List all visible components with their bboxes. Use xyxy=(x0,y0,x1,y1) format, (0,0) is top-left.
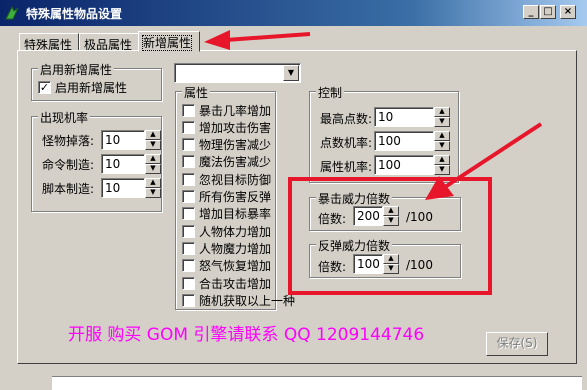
close-button[interactable]: × xyxy=(560,5,576,19)
attribute-checkbox[interactable]: 物理伤害减少 xyxy=(182,137,271,153)
annotation-highlight-box xyxy=(288,177,492,295)
command-make-spin-up[interactable]: ▲ xyxy=(145,154,161,164)
window-titlebar[interactable]: 特殊属性物品设置 _ □ × xyxy=(0,0,587,26)
minimize-button[interactable]: _ xyxy=(523,5,539,19)
checkbox-label: 合击攻击增加 xyxy=(199,276,272,291)
attribute-checkbox[interactable]: 随机获取以上一种 xyxy=(182,292,295,308)
attribute-checkbox[interactable]: 合击攻击增加 xyxy=(182,275,271,291)
tab-new-attributes[interactable]: 新增属性 xyxy=(138,31,200,52)
max-points-input[interactable]: 10 xyxy=(374,107,434,127)
command-make-input[interactable]: 10 xyxy=(101,154,145,174)
point-rate-spin-down[interactable]: ▼ xyxy=(434,141,450,151)
checkbox-box[interactable] xyxy=(182,293,195,307)
attribute-checkbox[interactable]: 魔法伤害减少 xyxy=(182,154,271,170)
checkbox-label: 增加攻击伤害 xyxy=(199,120,272,135)
checkbox-box[interactable] xyxy=(182,120,195,134)
point-rate-spin-up[interactable]: ▲ xyxy=(434,131,450,141)
attribute-checkbox[interactable]: 人物魔力增加 xyxy=(182,240,271,256)
attribute-checkbox[interactable]: 忽视目标防御 xyxy=(182,171,271,187)
app-icon xyxy=(5,5,19,20)
script-make-label: 脚本制造: xyxy=(42,182,95,196)
checkbox-box[interactable] xyxy=(182,172,195,186)
arrow-to-tab-icon xyxy=(204,30,311,50)
checkbox-box[interactable] xyxy=(182,207,195,221)
attribute-checkbox[interactable]: 怒气恢复增加 xyxy=(182,258,271,274)
group-title: 启用新增属性 xyxy=(38,61,115,78)
command-make-label: 命令制造: xyxy=(42,158,95,172)
checkbox-label: 所有伤害反弹 xyxy=(199,190,272,204)
maximize-button[interactable]: □ xyxy=(540,5,556,19)
attribute-checkbox[interactable]: 所有伤害反弹 xyxy=(182,189,271,205)
monster-drop-spin-up[interactable]: ▲ xyxy=(145,130,161,140)
script-make-input[interactable]: 10 xyxy=(101,178,145,198)
group-title: 控制 xyxy=(316,84,345,101)
script-make-spin-up[interactable]: ▲ xyxy=(145,178,161,188)
enable-new-attributes-checkbox[interactable]: ✓ 启用新增属性 xyxy=(38,79,127,95)
checkbox-box[interactable] xyxy=(182,276,195,290)
save-button[interactable]: 保存(S) xyxy=(486,332,548,356)
promo-text: 开服 购买 GOM 引擎请联系 QQ 1209144746 xyxy=(68,325,425,345)
max-points-spin-up[interactable]: ▲ xyxy=(434,107,450,117)
checkbox-label: 增加目标暴率 xyxy=(199,207,272,222)
bottom-listview xyxy=(52,376,582,390)
attribute-rate-spin-up[interactable]: ▲ xyxy=(434,155,450,165)
checkbox-label: 人物魔力增加 xyxy=(199,241,272,256)
point-rate-label: 点数机率: xyxy=(320,136,373,150)
window-title: 特殊属性物品设置 xyxy=(26,7,123,21)
checkbox-box[interactable] xyxy=(182,138,195,152)
checkbox-box[interactable]: ✓ xyxy=(38,80,51,94)
checkbox-box[interactable] xyxy=(182,190,195,203)
attribute-checkbox[interactable]: 人物体力增加 xyxy=(182,223,271,239)
checkbox-label: 怒气恢复增加 xyxy=(199,259,272,274)
max-points-spin-down[interactable]: ▼ xyxy=(434,117,450,127)
checkbox-label: 忽视目标防御 xyxy=(199,172,272,187)
monster-drop-label: 怪物掉落: xyxy=(42,134,95,148)
chevron-down-icon[interactable]: ▼ xyxy=(283,65,299,81)
checkbox-label: 随机获取以上一种 xyxy=(199,293,296,308)
checkbox-box[interactable] xyxy=(182,259,195,273)
checkbox-box[interactable] xyxy=(182,103,195,117)
group-title: 属性 xyxy=(182,84,211,101)
checkbox-label: 人物体力增加 xyxy=(199,224,272,239)
checkbox-label: 魔法伤害减少 xyxy=(199,155,272,170)
attribute-checkbox[interactable]: 增加目标暴率 xyxy=(182,206,271,222)
attribute-checkbox[interactable]: 暴击几率增加 xyxy=(182,102,271,118)
max-points-label: 最高点数: xyxy=(320,112,373,126)
attribute-rate-label: 属性机率: xyxy=(320,160,373,174)
checkbox-label: 暴击几率增加 xyxy=(199,103,272,118)
point-rate-input[interactable]: 100 xyxy=(374,131,434,151)
attribute-combo[interactable]: ▼ xyxy=(174,63,301,83)
command-make-spin-down[interactable]: ▼ xyxy=(145,164,161,174)
attribute-checkbox[interactable]: 增加攻击伤害 xyxy=(182,119,271,135)
checkbox-label: 启用新增属性 xyxy=(55,80,128,95)
group-title: 出现机率 xyxy=(38,109,91,126)
attribute-rate-spin-down[interactable]: ▼ xyxy=(434,165,450,175)
monster-drop-input[interactable]: 10 xyxy=(101,130,145,150)
checkbox-box[interactable] xyxy=(182,224,195,238)
monster-drop-spin-down[interactable]: ▼ xyxy=(145,140,161,150)
tab-label: 新增属性 xyxy=(141,35,193,51)
script-make-spin-down[interactable]: ▼ xyxy=(145,188,161,198)
checkbox-label: 物理伤害减少 xyxy=(199,138,272,153)
checkbox-box[interactable] xyxy=(182,241,195,255)
checkbox-box[interactable] xyxy=(182,155,195,169)
attribute-rate-input[interactable]: 100 xyxy=(374,155,434,175)
